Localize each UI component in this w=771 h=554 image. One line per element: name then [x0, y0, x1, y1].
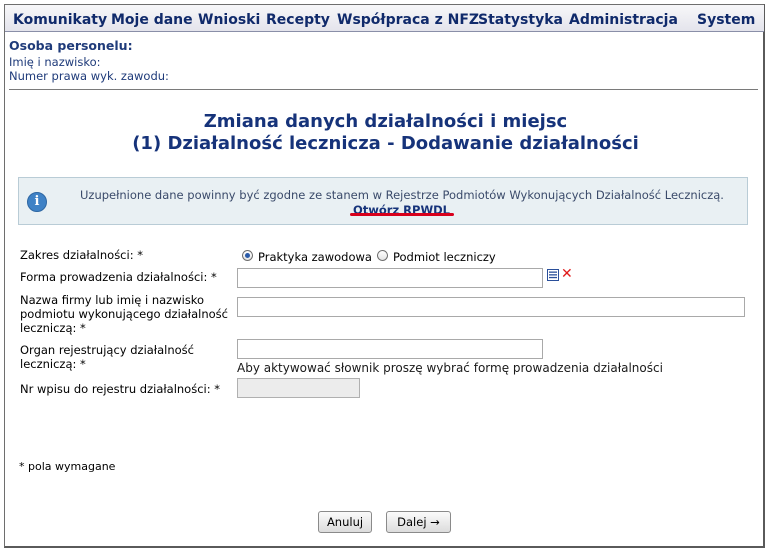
company-name-input[interactable]: [237, 297, 745, 317]
next-button[interactable]: Dalej →: [386, 511, 451, 533]
registry-label: Nr wpisu do rejestru działalności: *: [20, 382, 221, 396]
organ-input[interactable]: [237, 339, 543, 359]
menu-wspolpraca-nfz[interactable]: Współpraca z NFZ: [337, 12, 479, 28]
page-title: Zmiana danych działalności i miejsc: [203, 111, 568, 132]
menu-statystyka[interactable]: Statystyka: [478, 12, 563, 28]
company-name-label: Nazwa firmy lub imię i nazwisko podmiotu…: [20, 293, 228, 335]
menu-divider: [5, 31, 764, 32]
scope-label: Zakres działalności: *: [20, 248, 143, 262]
person-section-title: Osoba personelu:: [9, 38, 133, 53]
person-name-label: Imię i nazwisko:: [9, 55, 101, 69]
registry-number-input[interactable]: [237, 378, 360, 398]
page-subtitle: (1) Działalność lecznicza - Dodawanie dz…: [132, 133, 639, 154]
organ-hint: Aby aktywować słownik proszę wybrać form…: [237, 361, 663, 375]
menu-komunikaty[interactable]: Komunikaty: [13, 12, 107, 28]
cancel-button[interactable]: Anuluj: [318, 511, 372, 533]
menu-moje-dane[interactable]: Moje dane: [111, 12, 193, 28]
radio-podmiot-leczniczy-label[interactable]: Podmiot leczniczy: [393, 250, 496, 264]
info-text: Uzupełnione dane powinny być zgodne ze s…: [80, 188, 724, 202]
header-divider: [9, 89, 758, 90]
form-label: Forma prowadzenia działalności: *: [20, 270, 217, 284]
person-license-label: Numer prawa wyk. zawodu:: [9, 69, 169, 83]
link-highlight-underline: [350, 213, 454, 216]
main-menu-bar: Komunikaty Moje dane Wnioski Recepty Wsp…: [5, 5, 764, 32]
clear-icon[interactable]: ✕: [561, 266, 573, 282]
form-of-activity-input[interactable]: [237, 268, 543, 288]
menu-system[interactable]: System: [697, 12, 755, 28]
required-note: * pola wymagane: [19, 460, 116, 473]
list-icon[interactable]: [547, 269, 559, 281]
menu-administracja[interactable]: Administracja: [569, 12, 678, 28]
menu-recepty[interactable]: Recepty: [266, 12, 330, 28]
menu-wnioski[interactable]: Wnioski: [198, 12, 260, 28]
info-icon: i: [27, 192, 47, 212]
radio-podmiot-leczniczy[interactable]: [377, 250, 388, 261]
radio-praktyka-zawodowa[interactable]: [242, 250, 253, 261]
organ-label: Organ rejestrujący działalność leczniczą…: [20, 343, 194, 371]
radio-praktyka-zawodowa-label[interactable]: Praktyka zawodowa: [258, 250, 372, 264]
